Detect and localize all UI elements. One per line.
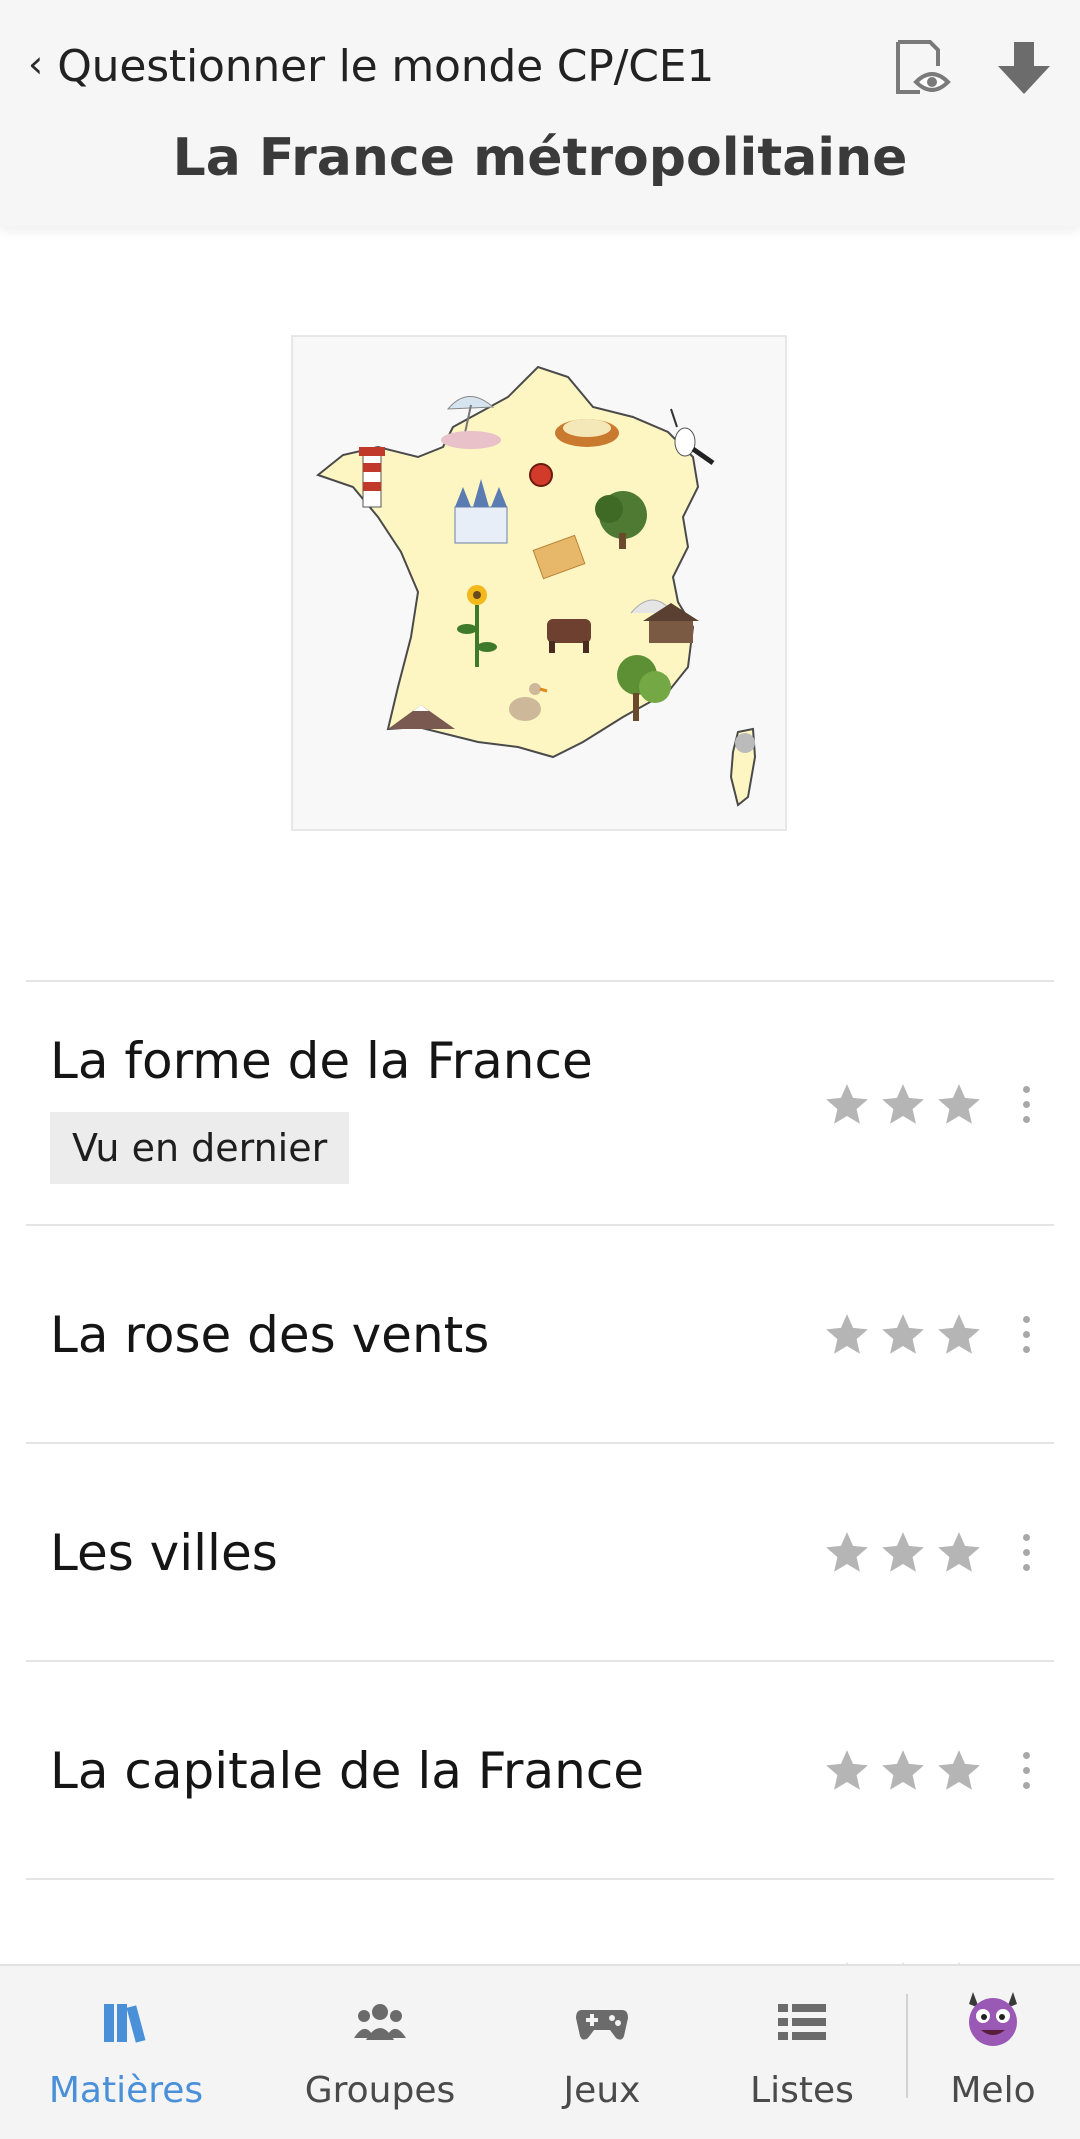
star-icon: [938, 1084, 980, 1124]
monster-avatar-icon: [969, 1992, 1017, 2046]
more-options-icon[interactable]: [1014, 1752, 1038, 1796]
france-map-image: [291, 335, 787, 831]
tab-label: Listes: [750, 2070, 854, 2111]
list-item[interactable]: La capitale de la France: [26, 1660, 1054, 1878]
tab-label: Jeux: [563, 2070, 641, 2111]
back-button[interactable]: ‹ Questionner le monde CP/CE1: [28, 34, 714, 98]
group-icon: [354, 2004, 406, 2040]
tab-matieres[interactable]: Matières: [26, 1966, 226, 2139]
star-icon: [826, 1084, 868, 1124]
tab-melo[interactable]: Melo: [908, 1966, 1078, 2139]
star-icon: [882, 1532, 924, 1572]
lesson-title: La rose des vents: [50, 1306, 490, 1364]
lesson-list: La forme de la France Vu en dernier La r…: [26, 980, 1054, 2002]
more-options-icon[interactable]: [1014, 1086, 1038, 1130]
list-icon: [778, 2004, 826, 2040]
star-icon: [826, 1532, 868, 1572]
tab-listes[interactable]: Listes: [702, 1966, 902, 2139]
star-icon: [938, 1750, 980, 1790]
tab-groupes[interactable]: Groupes: [280, 1966, 480, 2139]
star-rating: [822, 1080, 984, 1130]
books-icon: [104, 2004, 146, 2043]
tab-label: Melo: [950, 2070, 1036, 2111]
gamepad-icon: [576, 2010, 628, 2040]
tab-jeux[interactable]: Jeux: [502, 1966, 702, 2139]
star-icon: [882, 1314, 924, 1354]
last-seen-badge: Vu en dernier: [50, 1112, 350, 1184]
star-icon: [938, 1532, 980, 1572]
star-rating: [822, 1528, 984, 1578]
list-item[interactable]: La rose des vents: [26, 1224, 1054, 1442]
more-options-icon[interactable]: [1014, 1534, 1038, 1578]
lesson-title: La capitale de la France: [50, 1742, 645, 1800]
star-rating: [822, 1746, 984, 1796]
more-options-icon[interactable]: [1014, 1316, 1038, 1360]
star-icon: [938, 1314, 980, 1354]
tab-label: Matières: [48, 2070, 204, 2111]
list-item[interactable]: Les villes: [26, 1442, 1054, 1660]
star-icon: [882, 1750, 924, 1790]
lesson-title: Les villes: [50, 1524, 278, 1582]
tab-label: Groupes: [304, 2070, 456, 2111]
star-rating: [822, 1310, 984, 1360]
star-icon: [826, 1314, 868, 1354]
app-header: ‹ Questionner le monde CP/CE1 La France …: [0, 0, 1080, 226]
lesson-title: La forme de la France: [50, 1032, 593, 1090]
bottom-tab-bar: Matières Groupes Jeux Listes Melo: [0, 1964, 1080, 2139]
back-label: Questionner le monde CP/CE1: [57, 40, 715, 92]
chevron-left-icon: ‹: [28, 42, 44, 86]
page-title: La France métropolitaine: [172, 128, 908, 188]
preview-eye-icon[interactable]: [890, 36, 954, 100]
download-arrow-icon[interactable]: [992, 36, 1056, 100]
star-icon: [826, 1750, 868, 1790]
star-icon: [882, 1084, 924, 1124]
list-item[interactable]: La forme de la France Vu en dernier: [26, 980, 1054, 1224]
